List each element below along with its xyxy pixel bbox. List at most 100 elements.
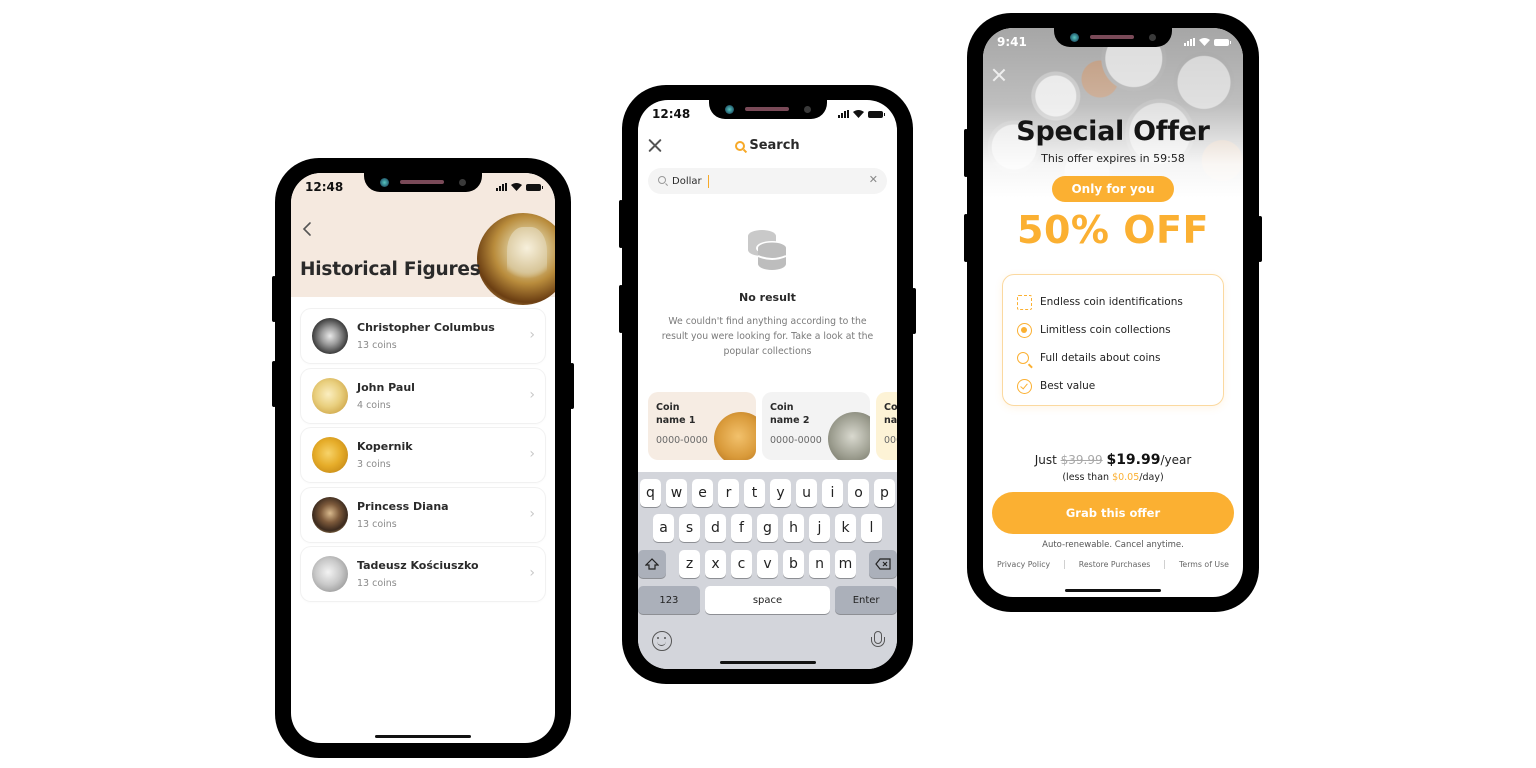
- coin-count: 13 coins: [357, 340, 397, 351]
- keyboard-row: asdfghjkl: [638, 514, 897, 542]
- notch: [364, 173, 482, 192]
- power-button: [912, 288, 916, 334]
- offer-countdown: This offer expires in 59:58: [1041, 152, 1185, 165]
- backspace-key[interactable]: [869, 550, 897, 578]
- coin-count: 4 coins: [357, 399, 391, 411]
- list-item[interactable]: Kopernik 3 coins ›: [301, 428, 545, 482]
- search-input[interactable]: [672, 172, 852, 190]
- collection-name: Coin name 3: [884, 402, 897, 426]
- collection-number: 0000-0000: [770, 435, 822, 446]
- collection-number: 0000-0000: [656, 435, 708, 446]
- terms-of-use-link[interactable]: Terms of Use: [1179, 560, 1229, 569]
- volume-up-button: [964, 129, 968, 177]
- microphone-icon[interactable]: [871, 631, 885, 651]
- clear-search-button[interactable]: ✕: [869, 173, 878, 186]
- power-button: [1258, 216, 1262, 262]
- key-r[interactable]: r: [718, 479, 739, 507]
- numbers-key[interactable]: 123: [638, 586, 700, 614]
- empty-state-text: We couldn't find anything according to t…: [661, 316, 874, 357]
- search-icon: [735, 140, 746, 151]
- coins-background-image: [983, 28, 1243, 198]
- divider: [1164, 560, 1166, 569]
- per-day-price: (less than $0.05/day): [983, 472, 1243, 483]
- list-item[interactable]: Tadeusz Kościuszko 13 coins ›: [301, 547, 545, 601]
- coin-count: 13 coins: [357, 518, 397, 530]
- figures-list: Christopher Columbus 13 coins › John Pau…: [301, 309, 545, 607]
- notch: [708, 100, 827, 119]
- emoji-icon[interactable]: [652, 631, 672, 651]
- home-indicator[interactable]: [1065, 589, 1161, 592]
- key-v[interactable]: v: [757, 550, 778, 578]
- chevron-right-icon: ›: [529, 565, 535, 581]
- grab-offer-button[interactable]: Grab this offer: [992, 492, 1234, 534]
- search-header: Search: [638, 138, 897, 153]
- details-search-icon: [1017, 352, 1029, 364]
- feature-item: Full details about coins: [1017, 344, 1223, 372]
- new-price: $19.99: [1106, 452, 1161, 468]
- space-key[interactable]: space: [704, 586, 831, 614]
- collection-card[interactable]: Coin name 3 0000-0000: [876, 392, 897, 460]
- volume-up-button: [272, 276, 276, 322]
- home-indicator[interactable]: [375, 735, 471, 738]
- list-item[interactable]: Christopher Columbus 13 coins ›: [301, 309, 545, 363]
- wifi-icon: [511, 183, 522, 191]
- key-b[interactable]: b: [783, 550, 804, 578]
- key-p[interactable]: p: [874, 479, 895, 507]
- privacy-policy-link[interactable]: Privacy Policy: [997, 560, 1050, 569]
- signal-icon: [1184, 38, 1195, 46]
- feature-item: Best value: [1017, 372, 1223, 400]
- key-k[interactable]: k: [835, 514, 856, 542]
- chevron-right-icon: ›: [529, 386, 535, 403]
- collection-card[interactable]: Coin name 1 0000-0000: [648, 392, 756, 460]
- key-q[interactable]: q: [640, 479, 661, 507]
- hero-coin-image: [477, 213, 555, 305]
- backspace-icon: [875, 558, 891, 570]
- coin-image: [828, 412, 870, 460]
- collection-card[interactable]: Coin name 2 0000-0000: [762, 392, 870, 460]
- coin-thumbnail: [312, 377, 348, 414]
- scan-icon: [1017, 294, 1032, 310]
- key-u[interactable]: u: [796, 479, 817, 507]
- price-line: Just $39.99 $19.99/year: [983, 452, 1243, 468]
- text-cursor: [708, 175, 710, 188]
- key-y[interactable]: y: [770, 479, 791, 507]
- close-button[interactable]: [992, 68, 1006, 82]
- key-m[interactable]: m: [835, 550, 856, 578]
- list-item[interactable]: Princess Diana 13 coins ›: [301, 487, 545, 542]
- key-o[interactable]: o: [848, 479, 869, 507]
- key-t[interactable]: t: [744, 479, 765, 507]
- key-n[interactable]: n: [809, 550, 830, 578]
- price-prefix: Just: [1034, 453, 1057, 467]
- restore-purchases-link[interactable]: Restore Purchases: [1079, 560, 1151, 569]
- search-icon: [658, 176, 666, 184]
- feature-label: Endless coin identifications: [1040, 296, 1183, 308]
- key-a[interactable]: a: [653, 514, 674, 542]
- feature-item: Limitless coin collections: [1017, 316, 1223, 344]
- key-d[interactable]: d: [705, 514, 726, 542]
- key-i[interactable]: i: [822, 479, 843, 507]
- shift-key[interactable]: [638, 550, 666, 578]
- key-c[interactable]: c: [731, 550, 752, 578]
- battery-icon: [868, 110, 885, 118]
- figure-name: Christopher Columbus: [357, 321, 495, 334]
- key-s[interactable]: s: [679, 514, 700, 542]
- price-period: /year: [1160, 453, 1192, 467]
- back-button[interactable]: [301, 221, 317, 237]
- search-bar: ✕: [648, 168, 887, 194]
- wifi-icon: [853, 110, 864, 118]
- key-e[interactable]: e: [692, 479, 713, 507]
- key-j[interactable]: j: [809, 514, 830, 542]
- coin-count: 13 coins: [357, 578, 397, 589]
- list-item[interactable]: John Paul 4 coins ›: [301, 368, 545, 423]
- home-indicator[interactable]: [719, 661, 816, 664]
- key-w[interactable]: w: [666, 479, 687, 507]
- key-g[interactable]: g: [757, 514, 778, 542]
- key-f[interactable]: f: [731, 514, 752, 542]
- key-x[interactable]: x: [705, 550, 726, 578]
- enter-key[interactable]: Enter: [835, 586, 897, 614]
- key-h[interactable]: h: [783, 514, 804, 542]
- key-l[interactable]: l: [861, 514, 882, 542]
- key-z[interactable]: z: [679, 550, 700, 578]
- coin-count: 3 coins: [357, 459, 391, 470]
- discount-headline: 50% OFF: [1017, 208, 1209, 252]
